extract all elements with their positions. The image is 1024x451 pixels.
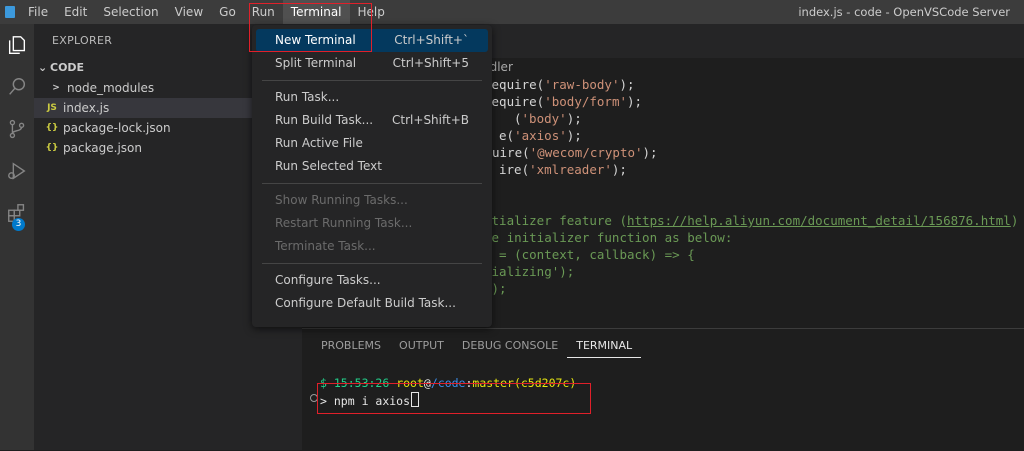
menu-separator [262, 263, 482, 264]
javascript-file-icon: JS [47, 103, 57, 113]
code-line: ('body'); [514, 111, 582, 126]
menu-item-restart-running-task: Restart Running Task... [275, 216, 413, 230]
tab-debug-console[interactable]: DEBUG CONSOLE [453, 329, 567, 363]
menu-item-run-active-file[interactable]: Run Active File [256, 132, 488, 155]
menu-item-configure-tasks[interactable]: Configure Tasks... [256, 269, 488, 292]
activity-bar: 3 [0, 24, 34, 450]
extensions-badge: 3 [12, 218, 25, 231]
tree-item-label: package-lock.json [63, 121, 171, 135]
tab-output[interactable]: OUTPUT [390, 329, 453, 363]
menu-item-split-terminal[interactable]: Split Terminal Ctrl+Shift+5 [256, 52, 488, 75]
extensions-icon[interactable]: 3 [0, 196, 34, 231]
code-line: require('raw-body'); [484, 77, 635, 92]
code-line: ire('xmlreader'); [499, 162, 627, 177]
chevron-right-icon: > [52, 83, 60, 93]
code-comment-line: r = (context, callback) => { [484, 247, 695, 262]
explorer-icon[interactable] [0, 28, 34, 62]
run-debug-icon[interactable] [0, 154, 34, 188]
menu-item-run-task[interactable]: Run Task... [256, 86, 488, 109]
code-comment-line: itializer feature (https://help.aliyun.c… [484, 213, 1019, 228]
menu-view[interactable]: View [167, 0, 211, 24]
code-line: uire('@wecom/crypto'); [492, 145, 658, 160]
workspace-root-label: CODE [50, 61, 85, 74]
tab-problems[interactable]: PROBLEMS [312, 329, 390, 363]
code-comment-line: tializing'); [484, 264, 575, 279]
menu-item-terminate-task: Terminate Task... [275, 239, 376, 253]
json-file-icon: {} [45, 123, 59, 133]
menu-separator [262, 80, 482, 81]
chevron-down-icon: ⌄ [38, 61, 48, 74]
highlight-box-terminal-command [317, 383, 591, 414]
code-line: require('body/form'); [484, 94, 643, 109]
tree-item-label: node_modules [67, 81, 155, 95]
search-icon[interactable] [0, 70, 34, 104]
menu-item-run-build-task[interactable]: Run Build Task... Ctrl+Shift+B [256, 109, 488, 132]
source-control-icon[interactable] [0, 112, 34, 146]
terminal-menu-dropdown: New Terminal Ctrl+Shift+` Split Terminal C… [252, 25, 492, 327]
docs-link[interactable]: https://help.aliyun.com/document_detail/… [627, 213, 1011, 228]
highlight-box-terminal-menu [249, 3, 372, 52]
code-line: e('axios'); [499, 128, 582, 143]
code-lines: require('raw-body'); require('body/form'… [484, 76, 1018, 297]
menu-item-show-running-tasks: Show Running Tasks... [275, 193, 408, 207]
window-title: index.js - code - OpenVSCode Server [798, 5, 1010, 19]
title-bar: File Edit Selection View Go Run Terminal… [0, 0, 1024, 24]
menu-item-configure-default-build-task[interactable]: Configure Default Build Task... [256, 292, 488, 315]
code-comment-line: '); [484, 281, 507, 296]
tree-item-label: index.js [63, 101, 110, 115]
tree-item-label: package.json [63, 141, 143, 155]
panel-tabs: PROBLEMS OUTPUT DEBUG CONSOLE TERMINAL [302, 329, 1024, 363]
menu-file[interactable]: File [20, 0, 56, 24]
menu-edit[interactable]: Edit [56, 0, 95, 24]
menu-go[interactable]: Go [211, 0, 244, 24]
tab-terminal[interactable]: TERMINAL [567, 335, 642, 358]
menu-selection[interactable]: Selection [95, 0, 166, 24]
vscode-logo-icon [0, 0, 20, 24]
code-comment-line: he initializer function as below: [484, 230, 733, 245]
menu-item-run-selected-text[interactable]: Run Selected Text [256, 155, 488, 178]
json-file-icon: {} [45, 143, 59, 153]
menu-separator [262, 183, 482, 184]
